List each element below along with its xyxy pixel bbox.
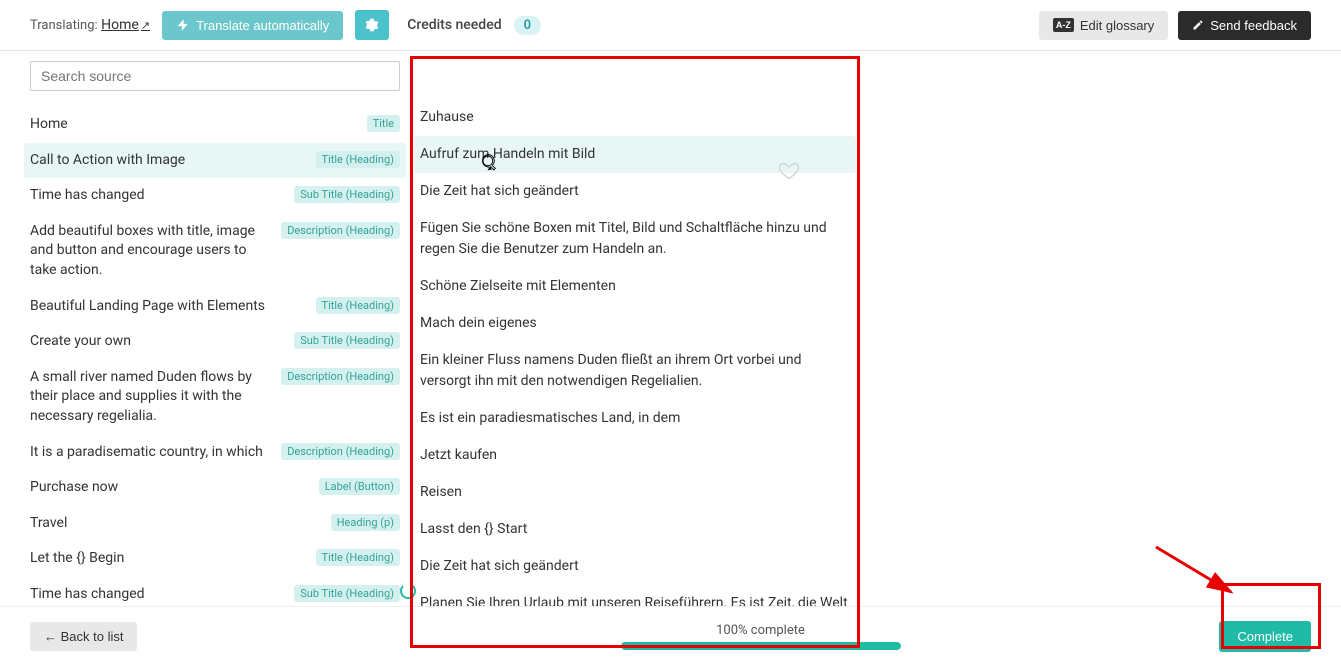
translate-settings-button[interactable] — [355, 10, 389, 40]
translating-prefix: Translating: — [30, 18, 98, 33]
target-row[interactable]: Die Zeit hat sich geändert — [420, 548, 850, 585]
source-text: Call to Action with Image — [30, 151, 306, 171]
source-text: Let the {} Begin — [30, 549, 306, 569]
complete-button[interactable]: Complete — [1219, 621, 1311, 652]
source-row[interactable]: Add beautiful boxes with title, image an… — [30, 214, 400, 289]
source-row[interactable]: Purchase now Label (Button) — [30, 470, 400, 506]
translating-label: Translating: Home↗ — [30, 17, 150, 33]
field-type-badge: Title (Heading) — [316, 549, 400, 566]
translate-automatically-button[interactable]: Translate automatically — [162, 11, 343, 40]
field-type-badge: Sub Title (Heading) — [294, 585, 400, 602]
field-type-badge: Sub Title (Heading) — [294, 332, 400, 349]
translating-link-text: Home — [101, 17, 139, 33]
credits-needed-label: Credits needed — [407, 17, 501, 33]
send-feedback-label: Send feedback — [1210, 18, 1297, 33]
source-row[interactable]: Beautiful Landing Page with Elements Titl… — [30, 289, 400, 325]
source-row[interactable]: Time has changed Sub Title (Heading) — [30, 178, 400, 214]
loading-spinner-icon — [400, 583, 416, 599]
pencil-icon — [1192, 19, 1204, 31]
source-text: Add beautiful boxes with title, image an… — [30, 222, 271, 281]
send-feedback-button[interactable]: Send feedback — [1178, 11, 1311, 40]
favorite-icon[interactable] — [778, 159, 800, 181]
gear-icon — [365, 18, 379, 32]
field-type-badge: Title (Heading) — [316, 297, 400, 314]
field-type-badge: Sub Title (Heading) — [294, 186, 400, 203]
target-row[interactable]: Jetzt kaufen — [420, 437, 850, 474]
source-row[interactable]: Create your own Sub Title (Heading) — [30, 324, 400, 360]
source-text: A small river named Duden flows by their… — [30, 368, 271, 427]
source-text: Time has changed — [30, 585, 284, 605]
source-text: Purchase now — [30, 478, 309, 498]
progress-text: 100% complete — [410, 623, 1111, 638]
field-type-badge: Heading (p) — [331, 514, 400, 531]
translation-panel: Home Title Call to Action with Image Title … — [0, 51, 1341, 606]
footer-right: Complete — [1111, 621, 1311, 652]
target-row[interactable]: Reisen — [420, 474, 850, 511]
progress-bar — [621, 642, 901, 650]
target-row[interactable]: Mach dein eigenes — [420, 305, 850, 342]
edit-glossary-button[interactable]: A-Z Edit glossary — [1039, 11, 1168, 40]
target-row[interactable]: Planen Sie Ihren Urlaub mit unseren Reis… — [420, 585, 850, 606]
bolt-icon — [176, 18, 190, 32]
external-link-icon: ↗ — [141, 19, 150, 32]
glossary-az-icon: A-Z — [1053, 18, 1074, 32]
search-input[interactable] — [30, 61, 400, 91]
target-column: ZuhauseAufruf zum Handeln mit BildDie Ze… — [410, 61, 850, 606]
source-row[interactable]: Home Title — [30, 107, 400, 143]
field-type-badge: Description (Heading) — [281, 443, 400, 460]
source-column: Home Title Call to Action with Image Title … — [30, 61, 410, 606]
field-type-badge: Description (Heading) — [281, 368, 400, 385]
target-row[interactable]: Es ist ein paradiesmatisches Land, in de… — [420, 400, 850, 437]
edit-glossary-label: Edit glossary — [1080, 18, 1154, 33]
source-row[interactable]: Call to Action with Image Title (Heading) — [24, 143, 406, 179]
source-row[interactable]: Let the {} Begin Title (Heading) — [30, 541, 400, 577]
source-text: Time has changed — [30, 186, 284, 206]
translate-auto-label: Translate automatically — [196, 18, 329, 33]
target-row[interactable]: Fügen Sie schöne Boxen mit Titel, Bild u… — [420, 210, 850, 268]
source-row[interactable]: Time has changed Sub Title (Heading) — [30, 577, 400, 606]
bottom-bar: ← Back to list 100% complete Complete — [0, 606, 1341, 666]
source-text: Home — [30, 115, 357, 135]
field-type-badge: Label (Button) — [319, 478, 400, 495]
toolbar-left: Translating: Home↗ Translate automatical… — [30, 10, 1027, 40]
footer-left: ← Back to list — [30, 622, 410, 651]
translating-link[interactable]: Home↗ — [101, 17, 150, 33]
source-row[interactable]: It is a paradisematic country, in which D… — [30, 435, 400, 471]
field-type-badge: Title — [367, 115, 400, 132]
target-row[interactable]: Schöne Zielseite mit Elementen — [420, 268, 850, 305]
footer-center: 100% complete — [410, 623, 1111, 650]
field-type-badge: Description (Heading) — [281, 222, 400, 239]
credits-needed-badge: 0 — [514, 16, 541, 35]
top-toolbar: Translating: Home↗ Translate automatical… — [0, 0, 1341, 51]
back-to-list-button[interactable]: ← Back to list — [30, 622, 137, 651]
source-text: Beautiful Landing Page with Elements — [30, 297, 306, 317]
target-row[interactable]: Ein kleiner Fluss namens Duden fließt an… — [420, 342, 850, 400]
source-row[interactable]: A small river named Duden flows by their… — [30, 360, 400, 435]
toolbar-right: A-Z Edit glossary Send feedback — [1039, 11, 1311, 40]
source-text: Travel — [30, 514, 321, 534]
progress-fill — [621, 642, 901, 650]
target-row[interactable]: Lasst den {} Start — [420, 511, 850, 548]
field-type-badge: Title (Heading) — [316, 151, 400, 168]
source-text: It is a paradisematic country, in which — [30, 443, 271, 463]
target-row[interactable]: Zuhause — [420, 99, 850, 136]
source-text: Create your own — [30, 332, 284, 352]
source-row[interactable]: Travel Heading (p) — [30, 506, 400, 542]
